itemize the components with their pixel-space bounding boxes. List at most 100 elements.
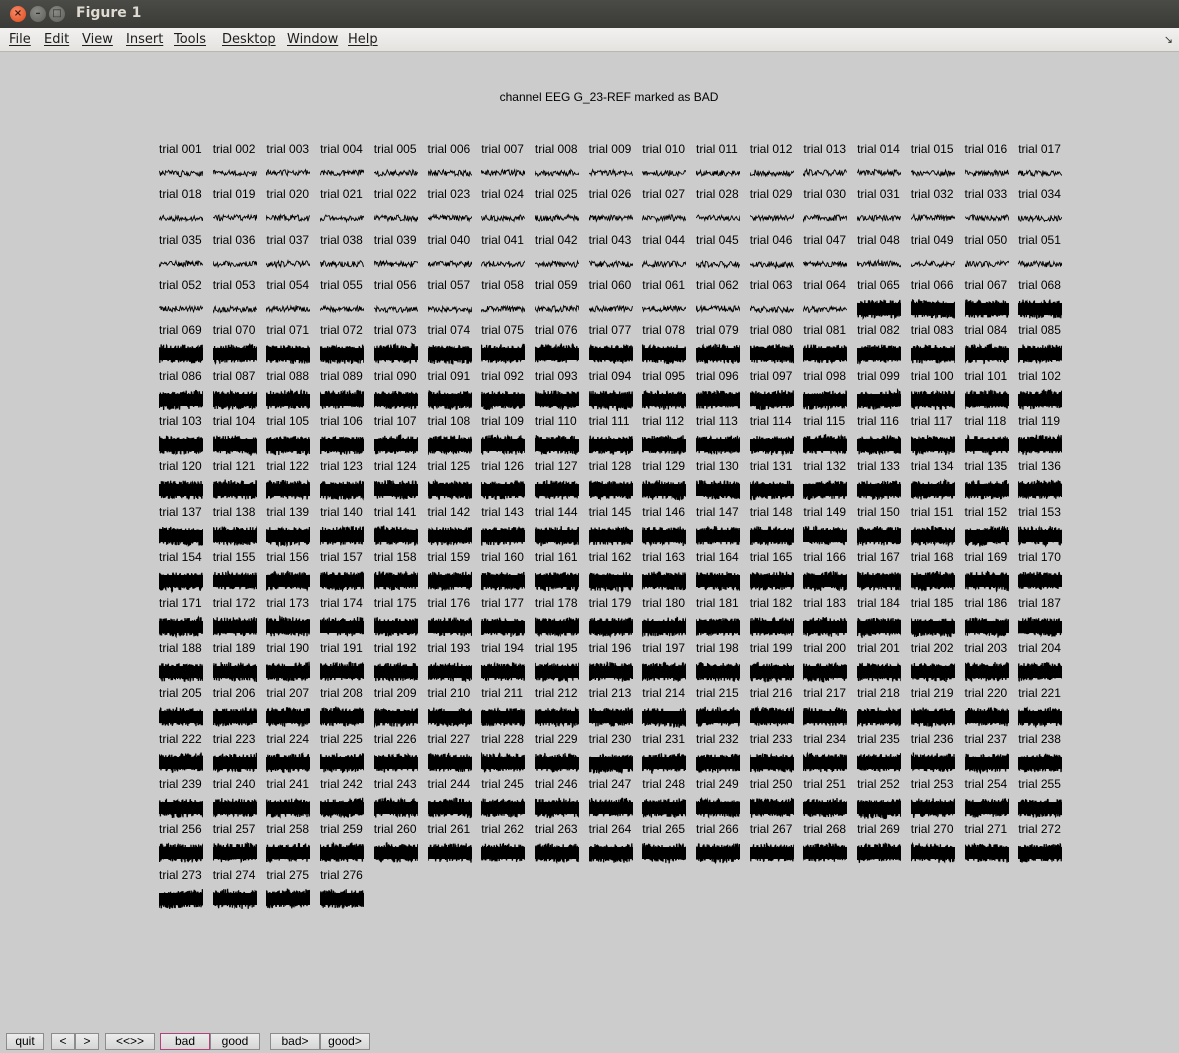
trial-trace[interactable]	[964, 475, 1009, 505]
trial-trace[interactable]	[803, 793, 848, 823]
trial-trace[interactable]	[373, 612, 418, 642]
trial-trace[interactable]	[320, 702, 365, 732]
trial-trace[interactable]	[642, 158, 687, 188]
trial-trace[interactable]	[857, 385, 902, 415]
trial-trace[interactable]	[266, 203, 311, 233]
trial-trace[interactable]	[320, 884, 365, 914]
mark-good-button[interactable]: good	[210, 1033, 260, 1050]
trial-trace[interactable]	[373, 294, 418, 324]
trial-trace[interactable]	[320, 294, 365, 324]
trial-trace[interactable]	[642, 657, 687, 687]
trial-trace[interactable]	[427, 339, 472, 369]
trial-trace[interactable]	[159, 249, 203, 279]
trial-trace[interactable]	[1018, 521, 1063, 551]
trial-trace[interactable]	[212, 566, 257, 596]
trial-trace[interactable]	[696, 339, 740, 369]
trial-trace[interactable]	[803, 339, 848, 369]
trial-trace[interactable]	[481, 566, 526, 596]
trial-trace[interactable]	[1018, 294, 1063, 324]
trial-trace[interactable]	[481, 203, 526, 233]
trial-trace[interactable]	[803, 748, 848, 778]
trial-trace[interactable]	[1018, 566, 1063, 596]
minimize-window-button[interactable]: –	[30, 6, 46, 22]
trial-trace[interactable]	[588, 203, 633, 233]
trial-trace[interactable]	[696, 249, 740, 279]
trial-trace[interactable]	[857, 249, 902, 279]
trial-trace[interactable]	[803, 430, 848, 460]
trial-trace[interactable]	[427, 793, 472, 823]
trial-trace[interactable]	[1018, 612, 1063, 642]
trial-trace[interactable]	[857, 203, 902, 233]
trial-trace[interactable]	[642, 385, 687, 415]
trial-trace[interactable]	[964, 521, 1009, 551]
trial-trace[interactable]	[642, 521, 687, 551]
trial-trace[interactable]	[427, 657, 472, 687]
trial-trace[interactable]	[857, 475, 902, 505]
trial-trace[interactable]	[320, 748, 365, 778]
trial-trace[interactable]	[964, 430, 1009, 460]
trial-trace[interactable]	[696, 566, 740, 596]
trial-trace[interactable]	[803, 385, 848, 415]
trial-trace[interactable]	[749, 566, 794, 596]
trial-trace[interactable]	[212, 475, 257, 505]
trial-trace[interactable]	[427, 566, 472, 596]
trial-trace[interactable]	[320, 657, 365, 687]
trial-trace[interactable]	[320, 521, 365, 551]
next-trial-button[interactable]: >	[75, 1033, 99, 1050]
trial-trace[interactable]	[910, 838, 955, 868]
trial-trace[interactable]	[964, 294, 1009, 324]
trial-trace[interactable]	[266, 475, 311, 505]
trial-trace[interactable]	[320, 566, 365, 596]
trial-trace[interactable]	[159, 203, 203, 233]
trial-trace[interactable]	[373, 430, 418, 460]
trial-trace[interactable]	[588, 748, 633, 778]
trial-trace[interactable]	[159, 158, 203, 188]
trial-trace[interactable]	[964, 748, 1009, 778]
trial-trace[interactable]	[212, 657, 257, 687]
trial-trace[interactable]	[1018, 203, 1063, 233]
trial-trace[interactable]	[642, 793, 687, 823]
trial-trace[interactable]	[803, 612, 848, 642]
trial-trace[interactable]	[1018, 249, 1063, 279]
trial-trace[interactable]	[1018, 385, 1063, 415]
trial-trace[interactable]	[1018, 430, 1063, 460]
trial-trace[interactable]	[427, 748, 472, 778]
trial-trace[interactable]	[266, 657, 311, 687]
trial-trace[interactable]	[481, 748, 526, 778]
trial-trace[interactable]	[588, 475, 633, 505]
trial-trace[interactable]	[964, 702, 1009, 732]
trial-trace[interactable]	[749, 748, 794, 778]
trial-trace[interactable]	[588, 838, 633, 868]
trial-trace[interactable]	[910, 793, 955, 823]
trial-trace[interactable]	[696, 657, 740, 687]
trial-trace[interactable]	[588, 294, 633, 324]
trial-trace[interactable]	[857, 430, 902, 460]
trial-trace[interactable]	[910, 203, 955, 233]
trial-trace[interactable]	[803, 566, 848, 596]
trial-trace[interactable]	[373, 158, 418, 188]
trial-trace[interactable]	[642, 203, 687, 233]
next-bad-button[interactable]: bad>	[270, 1033, 320, 1050]
trial-trace[interactable]	[534, 702, 579, 732]
quit-button[interactable]: quit	[6, 1033, 44, 1050]
trial-trace[interactable]	[427, 203, 472, 233]
trial-trace[interactable]	[534, 203, 579, 233]
trial-trace[interactable]	[320, 203, 365, 233]
trial-trace[interactable]	[642, 702, 687, 732]
trial-trace[interactable]	[1018, 339, 1063, 369]
trial-trace[interactable]	[481, 249, 526, 279]
trial-trace[interactable]	[373, 385, 418, 415]
trial-trace[interactable]	[534, 294, 579, 324]
trial-trace[interactable]	[588, 158, 633, 188]
trial-trace[interactable]	[803, 475, 848, 505]
trial-trace[interactable]	[266, 793, 311, 823]
trial-trace[interactable]	[642, 294, 687, 324]
trial-trace[interactable]	[481, 339, 526, 369]
trial-trace[interactable]	[803, 657, 848, 687]
trial-trace[interactable]	[481, 475, 526, 505]
trial-trace[interactable]	[642, 838, 687, 868]
trial-trace[interactable]	[159, 521, 203, 551]
trial-trace[interactable]	[749, 838, 794, 868]
trial-trace[interactable]	[534, 249, 579, 279]
trial-trace[interactable]	[534, 838, 579, 868]
